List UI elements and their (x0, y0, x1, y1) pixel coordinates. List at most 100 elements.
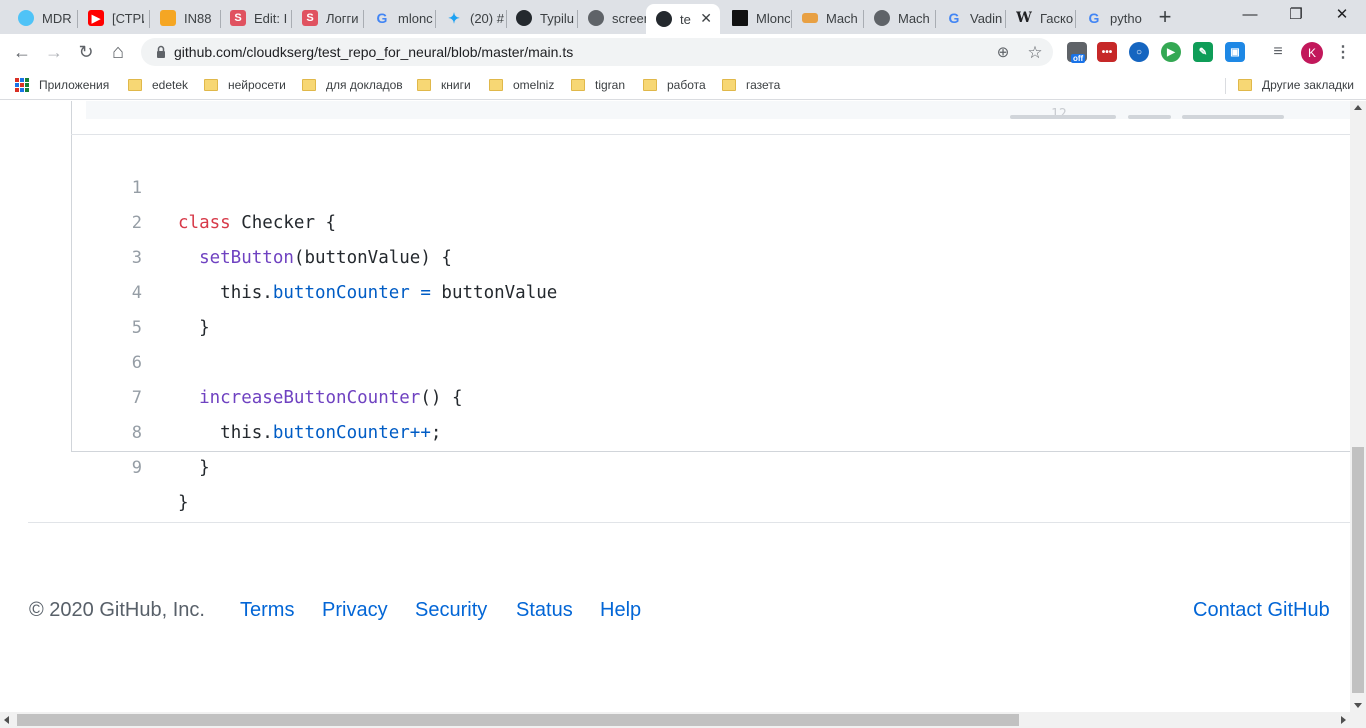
box-icon (160, 10, 176, 26)
tab-mdr[interactable]: MDR (8, 4, 76, 32)
maximize-button[interactable]: ❐ (1276, 2, 1316, 28)
code-content: } (178, 493, 189, 513)
tab-mlonc-google[interactable]: G mlonc (364, 4, 434, 32)
bookmark-folder[interactable]: работа (643, 76, 706, 94)
reload-button[interactable]: ↻ (72, 38, 100, 66)
scroll-down-arrow-icon[interactable] (1354, 703, 1362, 708)
folder-icon (722, 79, 736, 91)
tab-mlonc-chart[interactable]: Mlonc (722, 4, 790, 32)
tab-python[interactable]: G pytho (1076, 4, 1144, 32)
browser-toolbar: ← → ↻ ⌂ github.com/cloudkserg/test_repo_… (0, 34, 1366, 70)
extension-play-icon[interactable]: ▶ (1161, 42, 1181, 62)
file-box-divider (71, 134, 1350, 135)
bookmark-folder[interactable]: omelniz (489, 76, 554, 94)
footer-link-contact[interactable]: Contact GitHub (1193, 599, 1330, 622)
globe-icon (874, 10, 890, 26)
apps-grid-icon (15, 78, 29, 92)
close-window-button[interactable]: ✕ (1322, 2, 1362, 28)
back-button[interactable]: ← (8, 38, 36, 66)
folder-icon (417, 79, 431, 91)
twitter-icon: ✦ (448, 9, 460, 26)
bookmark-folder[interactable]: нейросети (204, 76, 286, 94)
bookmark-apps[interactable]: Приложения (15, 76, 109, 94)
address-bar[interactable]: github.com/cloudkserg/test_repo_for_neur… (141, 38, 1053, 66)
media-control-icon[interactable]: ≡ (1268, 42, 1288, 62)
code-line: 3 this.buttonCounter = buttonValue (72, 206, 1350, 303)
code-view: 1 class Checker { 2 setButton(buttonValu… (72, 136, 1350, 513)
code-line: 1 class Checker { (72, 136, 1350, 233)
code-line: 7 this.buttonCounter++; (72, 346, 1350, 443)
tab-active-github[interactable]: te ✕ (646, 4, 720, 34)
lock-icon (157, 45, 165, 58)
tab-screen[interactable]: screen (578, 4, 646, 32)
tab-mach-1[interactable]: Mach (792, 4, 862, 32)
ruler-icon (802, 13, 818, 23)
bookmark-folder[interactable]: edetek (128, 76, 188, 94)
tab-wikipedia[interactable]: W Гаско (1006, 4, 1074, 32)
folder-icon (128, 79, 142, 91)
page-content: 12 1 class Checker { 2 setButton(buttonV… (0, 101, 1350, 712)
bookmark-folder[interactable]: книги (417, 76, 471, 94)
minimize-button[interactable]: — (1230, 2, 1270, 28)
scroll-right-arrow-icon[interactable] (1341, 716, 1346, 724)
tab-in88[interactable]: IN88 (150, 4, 218, 32)
bookmark-other[interactable]: Другие закладки (1238, 76, 1354, 94)
footer-divider (28, 522, 1350, 523)
tab-logging[interactable]: S Логги (292, 4, 362, 32)
horizontal-scroll-thumb[interactable] (17, 714, 1019, 726)
forward-button[interactable]: → (40, 38, 68, 66)
horizontal-scrollbar[interactable] (0, 712, 1366, 728)
line-number[interactable]: 9 (72, 451, 142, 486)
tab-youtube[interactable]: ▶ [СТРИ (78, 4, 144, 32)
folder-icon (571, 79, 585, 91)
code-line: 8 } (72, 381, 1350, 478)
google-icon: G (1088, 10, 1100, 26)
tab-vadim[interactable]: G Vadin (936, 4, 1004, 32)
folder-icon (204, 79, 218, 91)
vertical-scrollbar[interactable] (1350, 101, 1366, 712)
scroll-up-arrow-icon[interactable] (1354, 105, 1362, 110)
url-text[interactable]: github.com/cloudkserg/test_repo_for_neur… (174, 44, 573, 60)
code-content: } (178, 458, 210, 478)
vertical-scroll-thumb[interactable] (1352, 447, 1364, 693)
footer-link-help[interactable]: Help (600, 599, 641, 622)
close-tab-icon[interactable]: ✕ (700, 10, 712, 27)
code-line: 5 (72, 276, 1350, 338)
tab-strip: MDR ▶ [СТРИ IN88 S Edit: I S Логги G mlo… (0, 0, 1366, 34)
github-icon (516, 10, 532, 26)
home-button[interactable]: ⌂ (104, 38, 132, 66)
footer-link-terms[interactable]: Terms (240, 599, 294, 622)
footer-copyright: © 2020 GitHub, Inc. (29, 599, 205, 621)
bookmark-star-icon[interactable]: ☆ (1024, 42, 1046, 64)
vpn-extension-icon[interactable]: off (1067, 42, 1087, 63)
github-icon (656, 11, 672, 27)
extension-screenshot-icon[interactable]: ▣ (1225, 42, 1245, 62)
folder-icon (489, 79, 503, 91)
footer-link-security[interactable]: Security (415, 599, 487, 622)
extension-wrench-icon[interactable]: ✎ (1193, 42, 1213, 62)
bookmark-folder[interactable]: tigran (571, 76, 625, 94)
extension-ring-icon[interactable]: ○ (1129, 42, 1149, 62)
zoom-icon[interactable]: ⊕ (992, 42, 1014, 64)
tab-typilu[interactable]: Typilu (506, 4, 576, 32)
tab-mach-2[interactable]: Mach (864, 4, 934, 32)
folder-icon (643, 79, 657, 91)
code-line: 6 increaseButtonCounter() { (72, 311, 1350, 408)
bookmark-folder[interactable]: для докладов (302, 76, 403, 94)
menu-kebab-icon[interactable]: ⋮ (1333, 42, 1353, 62)
google-icon: G (376, 10, 388, 26)
footer-link-privacy[interactable]: Privacy (322, 599, 388, 622)
new-tab-button[interactable]: + (1153, 5, 1177, 29)
extension-red-icon[interactable]: ••• (1097, 42, 1117, 62)
footer-link-status[interactable]: Status (516, 599, 573, 622)
code-line: 4 } (72, 241, 1350, 338)
tab-twitter[interactable]: ✦ (20) # (436, 4, 504, 32)
site-footer: © 2020 GitHub, Inc. Terms Privacy Securi… (29, 599, 1337, 625)
bookmark-folder[interactable]: газета (722, 76, 780, 94)
tab-edit[interactable]: S Edit: I (220, 4, 290, 32)
s-icon: S (302, 10, 318, 26)
youtube-icon: ▶ (88, 10, 104, 26)
profile-avatar[interactable]: K (1301, 42, 1323, 64)
cloud-icon (18, 10, 34, 26)
scroll-left-arrow-icon[interactable] (4, 716, 9, 724)
